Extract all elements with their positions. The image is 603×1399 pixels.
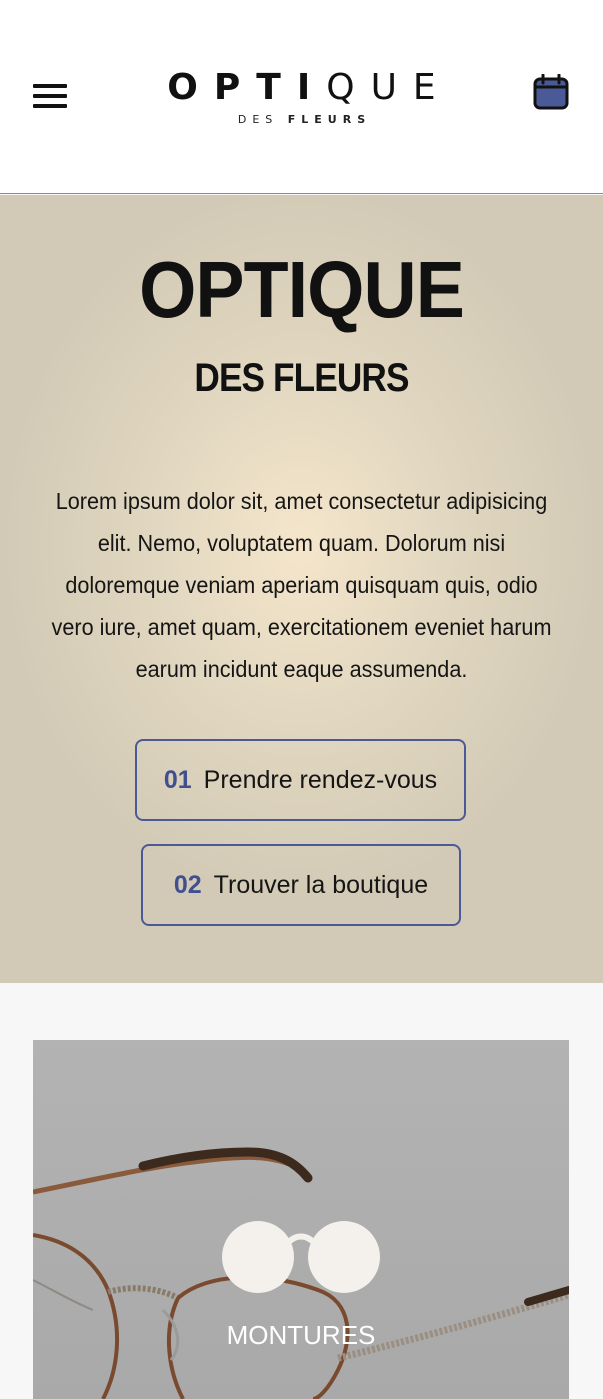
calendar-icon[interactable] <box>533 74 569 110</box>
hero-subtitle: DES FLEURS <box>194 356 409 400</box>
card-label: MONTURES <box>226 1320 376 1350</box>
brand-logo[interactable]: OPTIQUE DES FLEURS <box>0 66 603 126</box>
logo-wordmark: OPTIQUE <box>167 67 452 108</box>
frames-category-card[interactable]: MONTURES <box>33 1040 569 1399</box>
button-label: Prendre rendez-vous <box>203 765 438 794</box>
find-store-button[interactable]: 02 Trouver la boutique <box>141 844 461 926</box>
button-label: Trouver la boutique <box>213 870 429 899</box>
logo-tagline: DES FLEURS <box>237 113 372 126</box>
hero-section: OPTIQUE DES FLEURS Lorem ipsum dolor sit… <box>0 195 603 983</box>
hero-description: Lorem ipsum dolor sit, amet consectetur … <box>51 488 552 682</box>
button-number: 01 <box>163 765 192 794</box>
button-number: 02 <box>173 870 202 899</box>
hero-title: OPTIQUE <box>139 245 465 334</box>
site-header: OPTIQUE DES FLEURS <box>0 0 603 194</box>
glasses-icon <box>222 1221 380 1293</box>
book-appointment-button[interactable]: 01 Prendre rendez-vous <box>135 739 466 821</box>
